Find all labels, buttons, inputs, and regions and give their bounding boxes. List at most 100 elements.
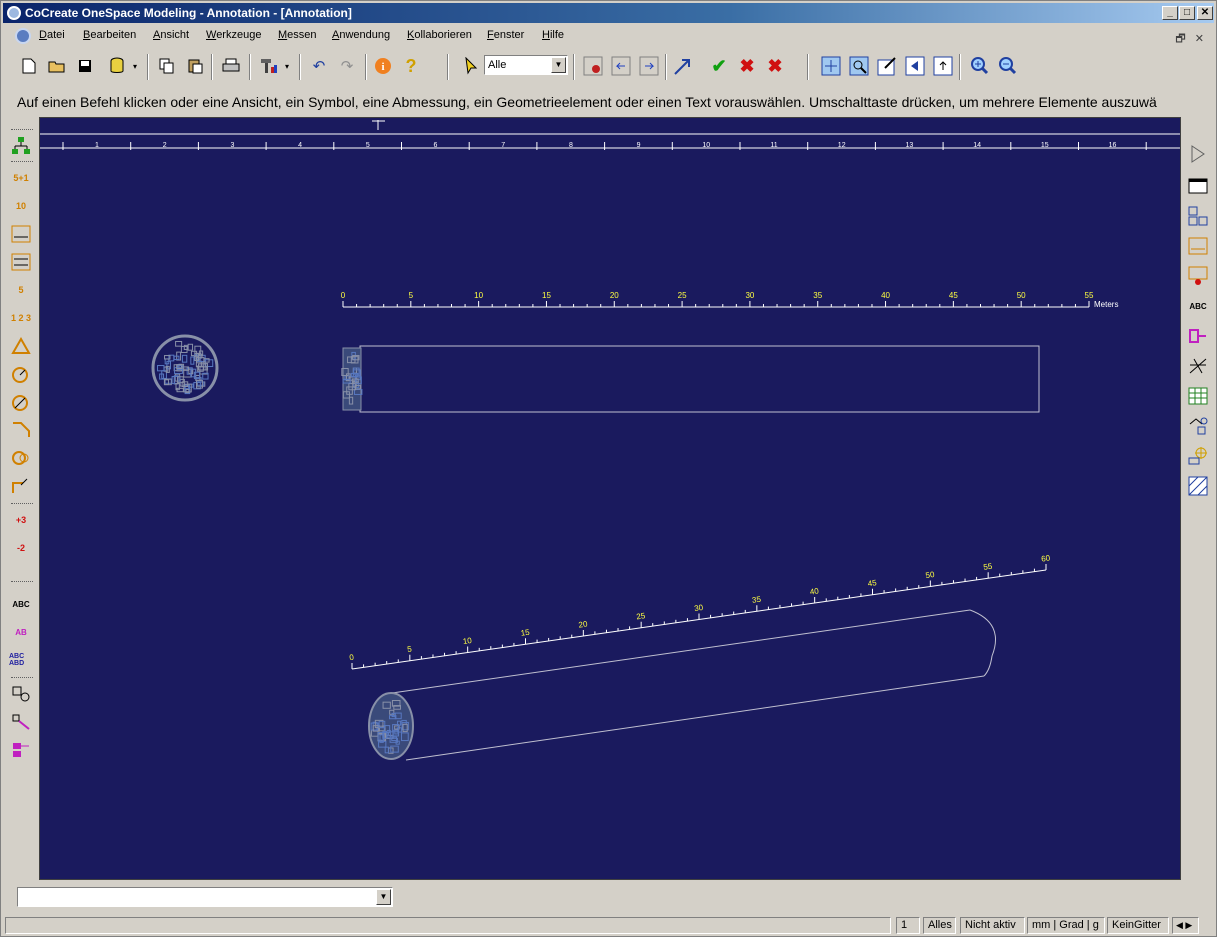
copy-icon[interactable] xyxy=(155,54,179,78)
pan-view-icon[interactable] xyxy=(931,54,955,78)
menu-bearbeiten[interactable]: Bearbeiten xyxy=(83,29,136,41)
view-previous-icon[interactable] xyxy=(609,54,633,78)
view-back-icon[interactable] xyxy=(903,54,927,78)
info-icon[interactable]: i xyxy=(371,54,395,78)
chamfer-dimension-icon[interactable] xyxy=(9,419,33,441)
database-dropdown-icon[interactable]: ▾ xyxy=(129,54,141,78)
menu-datei[interactable]: Datei xyxy=(39,29,65,41)
palette-grip[interactable] xyxy=(11,129,33,132)
dimension-parallel-icon[interactable] xyxy=(9,223,33,245)
view-select-icon[interactable] xyxy=(581,54,605,78)
radius-dimension-icon[interactable] xyxy=(9,363,33,385)
selection-filter-select[interactable]: Alle ▼ xyxy=(484,55,568,75)
menu-kollaborieren[interactable]: Kollaborieren xyxy=(407,29,472,41)
maximize-button[interactable]: □ xyxy=(1179,6,1195,20)
command-line-input[interactable]: ▼ xyxy=(17,887,393,907)
dimension-vertical-icon[interactable]: 5 xyxy=(9,279,33,301)
menu-hilfe[interactable]: Hilfe xyxy=(542,29,564,41)
close-button[interactable]: ✕ xyxy=(1197,6,1213,20)
app-icon[interactable] xyxy=(7,6,21,20)
chevron-down-icon[interactable]: ▼ xyxy=(551,57,566,73)
play-icon[interactable] xyxy=(1186,143,1210,165)
database-icon[interactable] xyxy=(105,54,129,78)
view-edit-icon[interactable] xyxy=(875,54,899,78)
thread-dimension-icon[interactable] xyxy=(9,447,33,469)
zoom-in-icon[interactable] xyxy=(967,54,991,78)
zoom-out-icon[interactable] xyxy=(995,54,1019,78)
menu-werkzeuge[interactable]: Werkzeuge xyxy=(206,29,261,41)
settings-tool-icon[interactable] xyxy=(257,54,281,78)
drawing-canvas[interactable]: 1 2 3 4 5 6 7 8 9 10 11 12 13 14 15 16 0 5 10 15 20 25 30 35 40… xyxy=(40,118,1181,880)
auto-dimension-icon[interactable] xyxy=(1186,235,1210,257)
fit-view-icon[interactable] xyxy=(819,54,843,78)
redo-icon[interactable]: ↷ xyxy=(335,54,359,78)
chevron-down-icon[interactable]: ▼ xyxy=(376,889,391,905)
open-folder-icon[interactable] xyxy=(45,54,69,78)
drawing-viewport[interactable]: 1 2 3 4 5 6 7 8 9 10 11 12 13 14 15 16 0 5 10 15 20 25 30 35 40… xyxy=(39,117,1181,880)
annotation-palette: 5+1 10 5 1 2 3 +3 -2 ABC AB ABC ABD xyxy=(5,125,37,775)
status-state[interactable]: Nicht aktiv xyxy=(960,917,1025,934)
status-grid[interactable]: KeinGitter xyxy=(1107,917,1169,934)
geometry-icon[interactable] xyxy=(1186,415,1210,437)
new-file-icon[interactable] xyxy=(17,54,41,78)
diameter-dimension-icon[interactable] xyxy=(9,391,33,413)
palette-grip[interactable] xyxy=(11,677,33,680)
palette-grip[interactable] xyxy=(11,503,33,506)
mdi-close-button[interactable]: ✕ xyxy=(1195,33,1204,45)
create-view-icon[interactable] xyxy=(1186,175,1210,197)
decrease-precision-icon[interactable]: -2 xyxy=(9,537,33,559)
view-next-icon[interactable] xyxy=(637,54,661,78)
palette-grip[interactable] xyxy=(11,161,33,164)
standard-views-icon[interactable] xyxy=(1186,205,1210,227)
mdi-restore-button[interactable]: 🗗 xyxy=(1175,33,1185,45)
cancel-icon[interactable]: ✖ xyxy=(735,54,759,78)
zoom-window-icon[interactable] xyxy=(847,54,871,78)
dimension-ordinate-icon[interactable] xyxy=(9,251,33,273)
title-bar[interactable]: CoCreate OneSpace Modeling - Annotation … xyxy=(3,3,1214,23)
select-pointer-icon[interactable] xyxy=(459,54,483,78)
status-scroll-arrows[interactable]: ◀ ▶ xyxy=(1172,917,1199,934)
edit-text-icon[interactable]: ABC ABD xyxy=(9,649,33,671)
hatch-lines-icon[interactable] xyxy=(1186,355,1210,377)
hatch-icon[interactable] xyxy=(1186,475,1210,497)
text-leader-icon[interactable]: AB xyxy=(9,621,33,643)
symbol-icon[interactable] xyxy=(9,683,33,705)
dimension-chain-icon[interactable]: 5+1 xyxy=(9,167,33,189)
arc-length-dimension-icon[interactable] xyxy=(9,475,33,497)
dimension-sequence-icon[interactable]: 1 2 3 xyxy=(9,307,33,329)
increase-precision-icon[interactable]: +3 xyxy=(9,509,33,531)
menu-fenster[interactable]: Fenster xyxy=(487,29,524,41)
toolbar-separator xyxy=(665,54,667,80)
menu-messen[interactable]: Messen xyxy=(278,29,317,41)
document-icon[interactable] xyxy=(15,28,31,44)
status-units[interactable]: mm | Grad | g xyxy=(1027,917,1105,934)
minimize-button[interactable]: _ xyxy=(1162,6,1178,20)
ruler-tick-label: 30 xyxy=(745,291,754,300)
leader-symbol-icon[interactable] xyxy=(9,711,33,733)
arrow-up-right-icon[interactable] xyxy=(671,54,695,78)
dimension-vertical-label: 5 xyxy=(18,285,24,295)
weld-symbol-icon[interactable] xyxy=(9,739,33,761)
text-icon[interactable]: ABC xyxy=(1186,295,1210,317)
cancel-all-icon[interactable]: ✖ xyxy=(763,54,787,78)
angle-dimension-icon[interactable] xyxy=(9,335,33,357)
print-icon[interactable] xyxy=(219,54,243,78)
create-text-icon[interactable]: ABC xyxy=(9,593,33,615)
menu-ansicht[interactable]: Ansicht xyxy=(153,29,189,41)
auto-dimension-2-icon[interactable] xyxy=(1186,265,1210,287)
settings-dropdown-icon[interactable]: ▾ xyxy=(281,54,293,78)
centerline-icon[interactable] xyxy=(1186,445,1210,467)
palette-grip[interactable] xyxy=(11,581,33,584)
status-mode[interactable]: Alles xyxy=(923,917,956,934)
check-icon[interactable]: ✔ xyxy=(707,54,731,78)
table-icon[interactable] xyxy=(1186,385,1210,407)
menu-anwendung[interactable]: Anwendung xyxy=(332,29,390,41)
help-icon[interactable]: ? xyxy=(399,54,423,78)
dimension-horizontal-icon[interactable]: 10 xyxy=(9,195,33,217)
symbol-leader-icon[interactable] xyxy=(1186,325,1210,347)
save-icon[interactable] xyxy=(73,54,97,78)
undo-icon[interactable]: ↶ xyxy=(307,54,331,78)
paste-icon[interactable] xyxy=(183,54,207,78)
status-page[interactable]: 1 xyxy=(896,917,920,934)
structure-tree-icon[interactable] xyxy=(9,135,33,157)
